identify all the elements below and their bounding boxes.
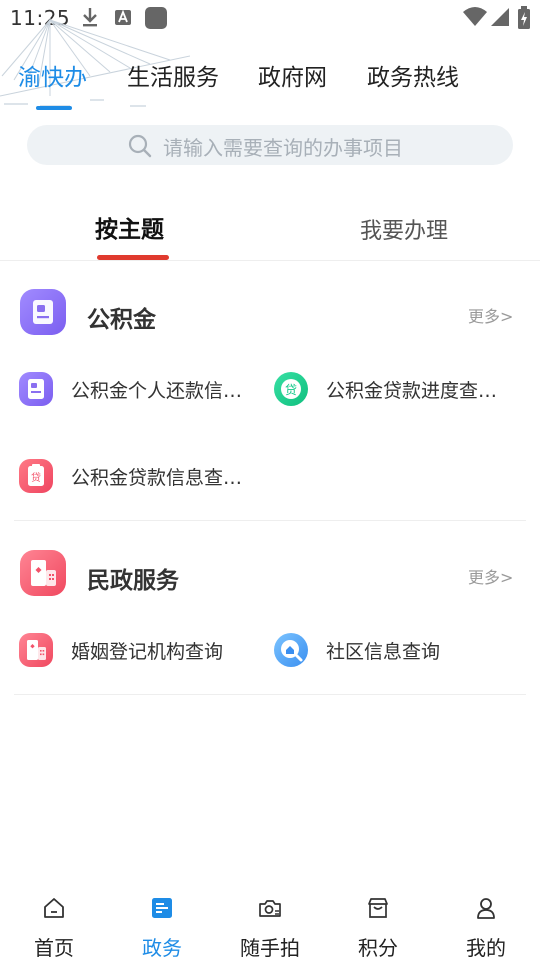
loan-icon: 贷: [274, 372, 308, 406]
section-title: 公积金: [87, 307, 156, 333]
tab-i-want-to-handle[interactable]: 我要办理: [360, 213, 448, 245]
government-affairs-icon: [152, 898, 172, 918]
service-item[interactable]: 贷 公积金贷款信息查…: [19, 457, 259, 497]
nav-label: 积分: [358, 936, 398, 960]
service-item[interactable]: 公积金个人还款信…: [19, 370, 259, 410]
nav-home[interactable]: 首页: [0, 880, 108, 960]
id-card-icon: [19, 372, 53, 406]
nav-label: 我的: [466, 936, 506, 960]
section-title: 民政服务: [87, 568, 179, 594]
civil-affairs-icon: [20, 550, 66, 596]
search-icon: [128, 134, 152, 158]
nav-points[interactable]: 积分: [324, 880, 432, 960]
divider: [0, 260, 540, 261]
service-item-label: 公积金个人还款信…: [71, 380, 243, 402]
community-search-icon: [274, 633, 308, 667]
wifi-icon: [463, 7, 487, 26]
nav-label: 政务: [142, 936, 182, 960]
divider: [14, 520, 526, 521]
top-category-nav: 渝快办 生活服务 政府网 政务热线: [0, 54, 540, 114]
service-item[interactable]: 婚姻登记机构查询: [19, 631, 259, 671]
svg-text:贷: 贷: [285, 383, 297, 397]
loan-document-icon: 贷: [19, 459, 53, 493]
battery-icon: [518, 6, 530, 29]
search-placeholder: 请输入需要查询的办事项目: [163, 136, 403, 160]
service-item-label: 社区信息查询: [326, 641, 441, 663]
camera-icon: [259, 900, 281, 917]
signal-icon: [491, 8, 509, 26]
top-tab-indicator: [36, 106, 72, 110]
nav-snapshot[interactable]: 随手拍: [216, 880, 324, 960]
divider: [14, 694, 526, 695]
building-icon: [19, 633, 53, 667]
home-icon: [44, 898, 64, 918]
service-item-label: 公积金贷款进度查…: [326, 380, 498, 402]
more-link[interactable]: 更多>: [468, 303, 513, 327]
top-tab-yukuaiban[interactable]: 渝快办: [18, 58, 87, 92]
service-item[interactable]: 社区信息查询: [274, 631, 524, 671]
nav-label: 首页: [34, 936, 74, 960]
service-item-label: 婚姻登记机构查询: [71, 641, 224, 663]
top-tab-government-site[interactable]: 政府网: [258, 58, 327, 92]
tab-by-theme[interactable]: 按主题: [95, 210, 164, 244]
points-store-icon: [368, 898, 388, 918]
housing-fund-icon: [20, 289, 66, 335]
user-icon: [477, 898, 495, 919]
svg-text:贷: 贷: [31, 471, 41, 484]
service-item-label: 公积金贷款信息查…: [71, 467, 243, 489]
bottom-nav: 首页 政务 随手拍 积分 我的: [0, 880, 540, 960]
search-input[interactable]: 请输入需要查询的办事项目: [27, 125, 513, 165]
service-item[interactable]: 贷 公积金贷款进度查…: [274, 370, 524, 410]
nav-government-affairs[interactable]: 政务: [108, 880, 216, 960]
nav-label: 随手拍: [240, 936, 300, 960]
more-link[interactable]: 更多>: [468, 564, 513, 588]
nav-mine[interactable]: 我的: [432, 880, 540, 960]
top-tab-hotline[interactable]: 政务热线: [367, 58, 459, 92]
top-tab-life-services[interactable]: 生活服务: [127, 58, 219, 92]
